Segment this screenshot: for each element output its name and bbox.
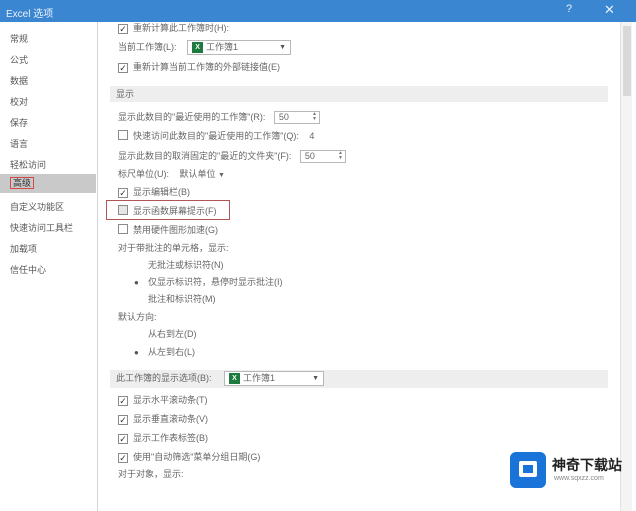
highlight-box [106,200,230,220]
workbook-display-select[interactable]: X 工作簿1 ▼ [224,371,325,387]
checkbox[interactable] [118,63,128,73]
help-icon[interactable]: ? [566,3,572,15]
right-to-left-option[interactable]: 从右到左(D) [134,326,197,342]
checkbox[interactable] [118,130,128,140]
checkbox[interactable] [118,434,128,444]
current-workbook-select[interactable]: X 工作簿1 ▼ [187,40,292,56]
current-workbook-label: 当前工作簿(L): [118,42,177,52]
quick-access-row: 快速访问此数目的"最近使用的工作簿"(Q): 4 [118,128,314,144]
sidebar-item-accessibility[interactable]: 轻松访问 [0,156,96,175]
radio-button-selected[interactable]: ● [134,275,142,291]
excel-icon: X [229,373,241,385]
checkbox[interactable] [118,188,128,198]
sidebar-item-general[interactable]: 常规 [0,30,96,49]
sidebar-item-quick-access-toolbar[interactable]: 快速访问工具栏 [0,219,96,238]
sidebar-item-advanced[interactable]: 高级 [0,174,96,193]
quick-access-value: 4 [309,131,315,141]
chevron-down-icon: ▼ [279,44,287,52]
recent-folders-label: 显示此数目的取消固定的"最近的文件夹"(F): [118,151,292,161]
watermark-url: www.sqxzz.com [554,475,604,482]
display-section-header: 显示 [110,86,608,102]
sidebar-item-trust-center[interactable]: 信任中心 [0,261,96,280]
checkbox[interactable] [118,415,128,425]
site-watermark: 神奇下载站 www.sqxzz.com [510,450,630,490]
left-to-right-option[interactable]: ● 从左到右(L) [134,344,195,360]
sidebar-item-customize-ribbon[interactable]: 自定义功能区 [0,198,96,217]
workbook-display-section: 此工作簿的显示选项(B): X 工作簿1 ▼ [110,370,608,388]
radio-button-selected[interactable]: ● [134,345,142,361]
objects-label: 对于对象，显示: [118,469,184,479]
recent-workbooks-label: 显示此数目的"最近使用的工作簿"(R): [118,112,266,122]
indicators-option[interactable]: ● 仅显示标识符，悬停时显示批注(I) [134,274,283,290]
options-sidebar: 常规 公式 数据 校对 保存 语言 轻松访问 高级 自定义功能区 快速访问工具栏… [0,22,98,511]
recent-folders-spinner[interactable]: 50 ▲ ▼ [299,150,346,164]
chevron-down-icon: ▼ [218,172,225,179]
title-bar: Excel 选项 ? ✕ [0,0,636,22]
sidebar-item-data[interactable]: 数据 [0,72,96,91]
sheet-tabs-option[interactable]: 显示工作表标签(B) [118,430,208,446]
disable-hw-accel-option[interactable]: 禁用硬件图形加速(G) [118,222,218,238]
sidebar-item-add-ins[interactable]: 加载项 [0,240,96,259]
checkbox[interactable] [118,224,128,234]
vertical-scrollbar[interactable] [620,22,632,511]
advanced-options-panel: 重新计算此工作簿时(H): 当前工作簿(L): X工作簿1 ▼ 重新计算当前工作… [100,22,620,511]
comments-label: 对于带批注的单元格，显示: [118,243,229,253]
sidebar-item-formulas[interactable]: 公式 [0,51,96,70]
ruler-units-select[interactable]: 默认单位 ▼ [180,169,225,179]
spinner-arrows-icon[interactable]: ▲ ▼ [312,112,317,122]
recalc-option[interactable]: 重新计算此工作簿时(H): [118,22,229,36]
sidebar-item-proofing[interactable]: 校对 [0,93,96,112]
sidebar-item-save[interactable]: 保存 [0,114,96,133]
autofilter-option[interactable]: 使用"自动筛选"菜单分组日期(G) [118,449,260,465]
chevron-down-icon: ▼ [312,375,320,383]
sidebar-item-language[interactable]: 语言 [0,135,96,154]
ruler-units-row: 标尺单位(U): 默认单位 ▼ [118,166,225,182]
recent-folders-row: 显示此数目的取消固定的"最近的文件夹"(F): 50 ▲ ▼ [118,148,346,164]
ruler-units-label: 标尺单位(U): [118,169,169,179]
external-links-option[interactable]: 重新计算当前工作簿的外部链接值(E) [118,59,280,75]
comments-indicators-option[interactable]: 批注和标识符(M) [134,291,216,307]
vscroll-option[interactable]: 显示垂直滚动条(V) [118,411,208,427]
current-workbook-row: 当前工作簿(L): X 工作簿1 ▼ [118,39,292,56]
checkbox[interactable] [118,396,128,406]
recent-workbooks-row: 显示此数目的"最近使用的工作簿"(R): 50 ▲ ▼ [118,109,320,125]
watermark-brand: 神奇下载站 [552,457,622,473]
checkbox[interactable] [118,24,128,34]
direction-label: 默认方向: [118,312,157,322]
window-title: Excel 选项 [6,9,54,20]
recent-workbooks-spinner[interactable]: 50 ▲ ▼ [273,111,320,125]
checkbox[interactable] [118,453,128,463]
scrollbar-thumb[interactable] [623,26,631,96]
hscroll-option[interactable]: 显示水平滚动条(T) [118,392,208,408]
close-icon[interactable]: ✕ [604,2,615,18]
excel-icon: X [192,42,204,54]
site-logo-icon [510,452,546,488]
spinner-arrows-icon[interactable]: ▲ ▼ [338,151,343,161]
no-comments-option[interactable]: 无批注或标识符(N) [134,257,224,273]
formula-bar-option[interactable]: 显示编辑栏(B) [118,184,190,200]
